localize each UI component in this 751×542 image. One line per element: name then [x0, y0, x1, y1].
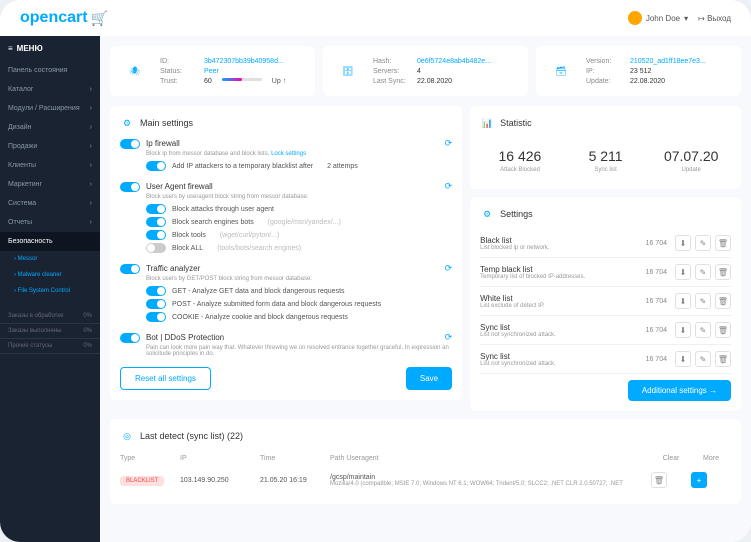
- toggle-block-tools[interactable]: [146, 230, 166, 240]
- sidebar-item-modules[interactable]: Модули / Расширения›: [0, 99, 100, 118]
- card-title: Last detect (sync list) (22): [140, 431, 243, 441]
- refresh-icon[interactable]: ⟳: [445, 263, 453, 274]
- user-menu[interactable]: John Doe ▾: [628, 11, 688, 25]
- toggle-block-attacks-ua[interactable]: [146, 204, 166, 214]
- scan-icon: ◎: [120, 429, 134, 443]
- server-icon: 🗄: [333, 56, 363, 86]
- sliders-icon: ⚙: [120, 116, 134, 130]
- save-button[interactable]: Save: [406, 367, 452, 390]
- edit-button[interactable]: ✎: [695, 351, 711, 367]
- toggle-cookie-analyze[interactable]: [146, 312, 166, 322]
- download-button[interactable]: ⬇: [675, 264, 691, 280]
- toggle-ip-firewall[interactable]: [120, 139, 140, 149]
- sidebar-item-dashboard[interactable]: Панель состояния: [0, 61, 100, 80]
- card-title: Statistic: [500, 118, 532, 128]
- toggle-add-ip[interactable]: [146, 161, 166, 171]
- stat-row: Прочие статусы0%: [0, 339, 100, 354]
- sidebar-sub-malware[interactable]: › Malware cleaner: [0, 267, 100, 283]
- edit-button[interactable]: ✎: [695, 235, 711, 251]
- stat-card-update: 07.07.20Update: [651, 138, 731, 183]
- delete-button[interactable]: 🗑: [715, 293, 731, 309]
- sidebar-item-reports[interactable]: Отчеты›: [0, 213, 100, 232]
- statistic-card: 📊 Statistic 16 426Attack Blocked 5 211Syn…: [470, 106, 741, 189]
- setting-row: Sync listList not synchronized attack.16…: [480, 345, 731, 374]
- stat-card-sync: 5 211Sync list: [566, 138, 646, 183]
- logout-link[interactable]: ↦ Выход: [698, 14, 731, 23]
- delete-button[interactable]: 🗑: [715, 235, 731, 251]
- toggle-block-se-bots[interactable]: [146, 217, 166, 227]
- type-badge: BLACKLIST: [120, 476, 164, 486]
- last-detect-card: ◎Last detect (sync list) (22) Type IP Ti…: [110, 419, 741, 504]
- sidebar-item-security[interactable]: Безопасность: [0, 232, 100, 251]
- gear-icon: ⚙: [480, 207, 494, 221]
- sidebar-item-system[interactable]: Система›: [0, 194, 100, 213]
- more-button[interactable]: +: [691, 472, 707, 488]
- reset-button[interactable]: Reset all settings: [120, 367, 211, 390]
- sidebar-item-clients[interactable]: Клиенты›: [0, 156, 100, 175]
- setting-row: Temp black listTemporary list of blocked…: [480, 258, 731, 287]
- sidebar-item-design[interactable]: Дизайн›: [0, 118, 100, 137]
- refresh-icon[interactable]: ⟳: [445, 181, 453, 192]
- toggle-get-analyze[interactable]: [146, 286, 166, 296]
- toggle-block-all[interactable]: [146, 243, 166, 253]
- menu-header: ≡ МЕНЮ: [0, 36, 100, 61]
- sidebar-sub-fs[interactable]: › File System Control: [0, 283, 100, 299]
- main-settings-card: ⚙Main settings Ip firewall⟳ Block ip fro…: [110, 106, 462, 400]
- download-button[interactable]: ⬇: [675, 322, 691, 338]
- avatar: [628, 11, 642, 25]
- hash-value[interactable]: 0e6f5724e8ab4b482e...: [417, 58, 491, 65]
- info-card-id: 🕷 ID:3b472307bb39b40958d... Status:Peer …: [110, 46, 315, 96]
- download-button[interactable]: ⬇: [675, 351, 691, 367]
- info-card-hash: 🗄 Hash:0e6f5724e8ab4b482e... Servers:4 L…: [323, 46, 528, 96]
- toggle-traffic-analyzer[interactable]: [120, 264, 140, 274]
- setting-row: Black listList blocked ip or network.16 …: [480, 229, 731, 258]
- card-title: Main settings: [140, 118, 193, 128]
- setting-row: Sync listList not synchronized attack.16…: [480, 316, 731, 345]
- version-value[interactable]: 210520_ad1ff18ee7e3...: [630, 58, 706, 65]
- sidebar-item-marketing[interactable]: Маркетинг›: [0, 175, 100, 194]
- edit-button[interactable]: ✎: [695, 293, 711, 309]
- toggle-ua-firewall[interactable]: [120, 182, 140, 192]
- settings-card: ⚙ Settings Black listList blocked ip or n…: [470, 197, 741, 411]
- chevron-down-icon: ▾: [684, 14, 688, 23]
- stat-card-blocked: 16 426Attack Blocked: [480, 138, 560, 183]
- chart-icon: 📊: [480, 116, 494, 130]
- card-title: Settings: [500, 209, 533, 219]
- edit-button[interactable]: ✎: [695, 264, 711, 280]
- id-value[interactable]: 3b472307bb39b40958d...: [204, 58, 284, 65]
- logo[interactable]: opencart🛒: [20, 9, 108, 27]
- bug-icon: 🕷: [120, 56, 150, 86]
- refresh-icon[interactable]: ⟳: [445, 138, 453, 149]
- setting-row: White listList exclude of detect IP.16 7…: [480, 287, 731, 316]
- sidebar: ≡ МЕНЮ Панель состояния Каталог› Модули …: [0, 36, 100, 542]
- delete-button[interactable]: 🗑: [715, 322, 731, 338]
- table-row: BLACKLIST 103.149.90.250 21.05.20 16:19 …: [120, 466, 731, 494]
- delete-button[interactable]: 🗑: [715, 351, 731, 367]
- trust-bar: [222, 78, 262, 81]
- database-icon: 🗃: [546, 56, 576, 86]
- toggle-ddos[interactable]: [120, 333, 140, 343]
- stat-row: Заказы в обработке0%: [0, 309, 100, 324]
- cart-icon: 🛒: [91, 10, 108, 27]
- toggle-post-analyze[interactable]: [146, 299, 166, 309]
- additional-settings-button[interactable]: Additional settings →: [628, 380, 731, 401]
- sidebar-sub-messor[interactable]: › Messor: [0, 251, 100, 267]
- download-button[interactable]: ⬇: [675, 293, 691, 309]
- sidebar-item-sales[interactable]: Продажи›: [0, 137, 100, 156]
- delete-button[interactable]: 🗑: [651, 472, 667, 488]
- info-card-version: 🗃 Version:210520_ad1ff18ee7e3... IP:23 5…: [536, 46, 741, 96]
- edit-button[interactable]: ✎: [695, 322, 711, 338]
- delete-button[interactable]: 🗑: [715, 264, 731, 280]
- refresh-icon[interactable]: ⟳: [445, 332, 453, 343]
- lock-settings-link[interactable]: Lock settings: [271, 151, 306, 157]
- stat-row: Заказы выполнены0%: [0, 324, 100, 339]
- sidebar-item-catalog[interactable]: Каталог›: [0, 80, 100, 99]
- download-button[interactable]: ⬇: [675, 235, 691, 251]
